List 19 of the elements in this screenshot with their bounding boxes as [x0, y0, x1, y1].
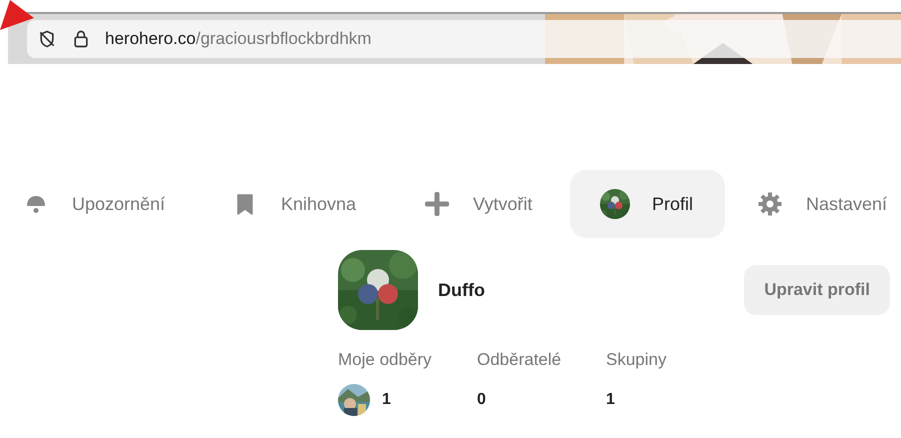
- nav-tab[interactable]: Upozornění: [0, 170, 209, 238]
- nav-tab[interactable]: Nastavení: [734, 170, 901, 238]
- stat-label: Skupiny: [606, 350, 668, 370]
- plus-icon: [425, 192, 449, 216]
- stat-value: 0: [477, 391, 486, 409]
- edit-profile-button[interactable]: Upravit profil: [744, 265, 890, 315]
- pointer-arrow-icon: [0, 0, 34, 32]
- profile-name: Duffo: [438, 280, 486, 300]
- stat-label: Moje odběry: [338, 350, 433, 370]
- address-field[interactable]: herohero.co/graciousrbflockbrdhkm: [27, 20, 901, 58]
- stat-value: 1: [382, 391, 391, 409]
- shield-slash-icon[interactable]: [37, 29, 57, 49]
- nav-tab[interactable]: Profil: [570, 170, 725, 238]
- nav-tab[interactable]: Knihovna: [209, 170, 401, 238]
- url-text[interactable]: herohero.co/graciousrbflockbrdhkm: [105, 29, 372, 49]
- stat-value: 1: [606, 391, 615, 409]
- stat-label: Odběratelé: [477, 350, 562, 370]
- gear-icon: [758, 192, 782, 216]
- nav-tab[interactable]: Vytvořit: [401, 170, 546, 238]
